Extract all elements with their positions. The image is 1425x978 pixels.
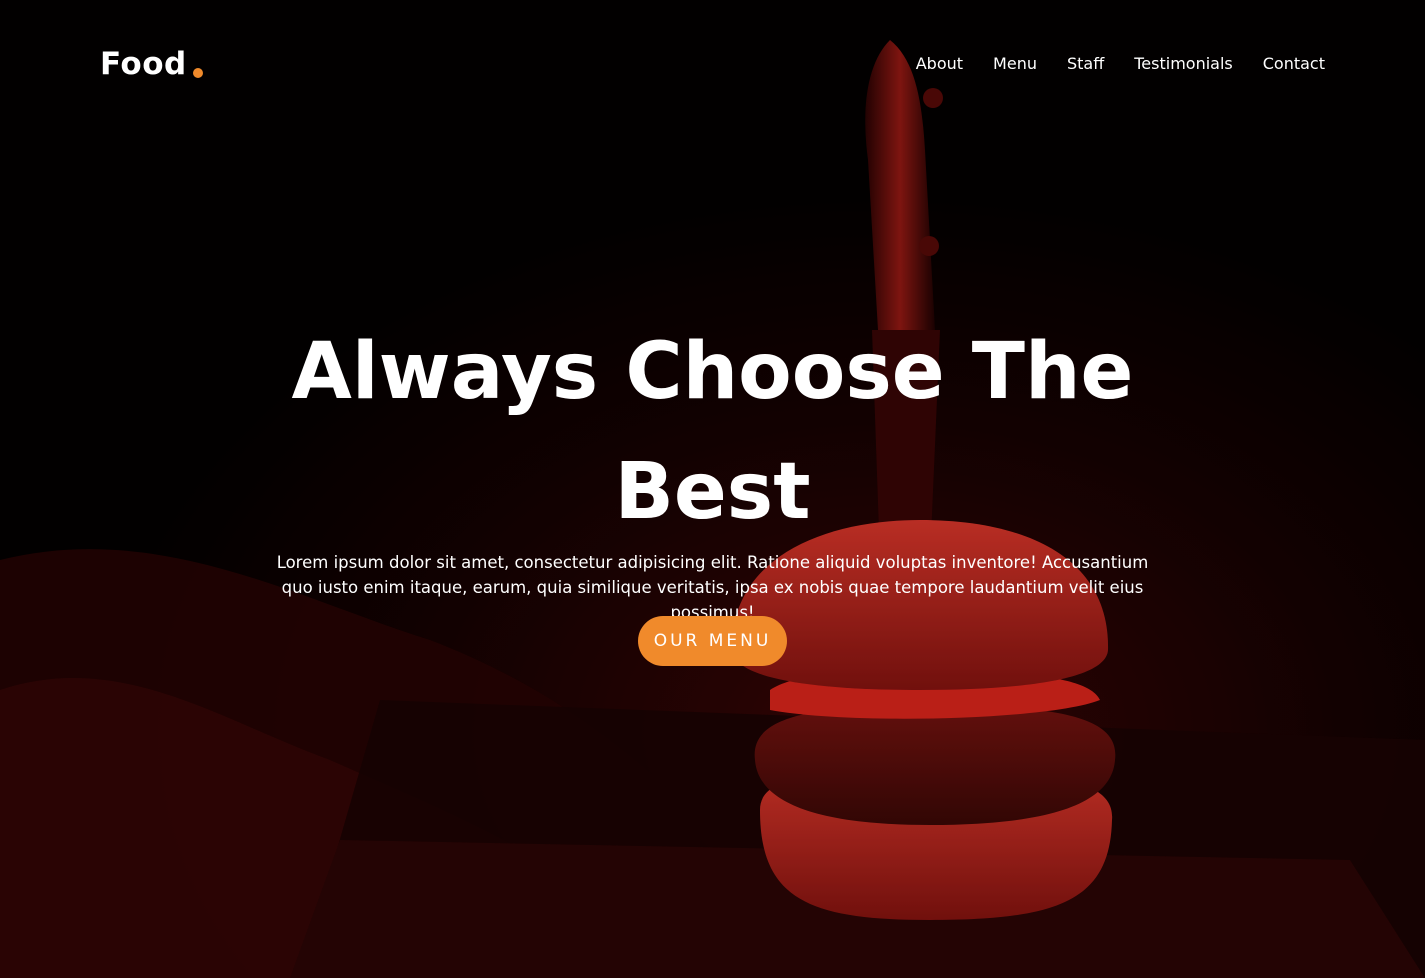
hero-subtitle: Lorem ipsum dolor sit amet, consectetur …: [276, 553, 1149, 622]
navbar: Food About Menu Staff Testimonials Conta…: [0, 0, 1425, 128]
nav-item-contact: Contact: [1263, 52, 1325, 76]
nav-links: About Menu Staff Testimonials Contact: [916, 52, 1325, 76]
nav-item-staff: Staff: [1067, 52, 1104, 76]
nav-link-staff[interactable]: Staff: [1067, 54, 1104, 73]
nav-link-about[interactable]: About: [916, 54, 963, 73]
nav-link-menu[interactable]: Menu: [993, 54, 1037, 73]
nav-item-testimonials: Testimonials: [1134, 52, 1233, 76]
our-menu-button[interactable]: OUR MENU: [638, 616, 787, 666]
nav-item-about: About: [916, 52, 963, 76]
nav-item-menu: Menu: [993, 52, 1037, 76]
nav-link-testimonials[interactable]: Testimonials: [1134, 54, 1233, 73]
brand-logo[interactable]: Food: [100, 44, 203, 84]
nav-link-contact[interactable]: Contact: [1263, 54, 1325, 73]
hero-title: Always Choose The Best: [291, 327, 1134, 537]
brand-dot-icon: [192, 68, 203, 78]
brand-name: Food: [100, 46, 187, 82]
